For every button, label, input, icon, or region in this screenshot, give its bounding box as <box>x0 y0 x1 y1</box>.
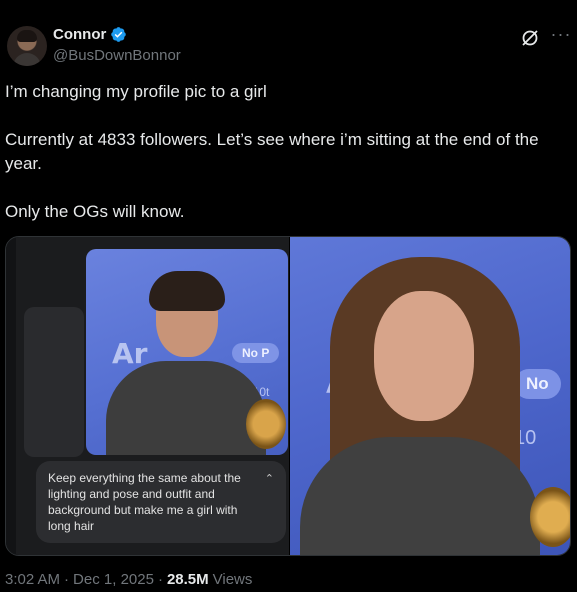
tweet-date[interactable]: Dec 1, 2025 <box>73 571 154 588</box>
person-face <box>374 291 474 421</box>
media-right-image[interactable]: A No 10 <box>290 237 570 555</box>
chevron-up-icon: ⌃ <box>264 473 274 485</box>
meta-separator: · <box>157 571 163 588</box>
prompt-text: Keep everything the same about the light… <box>48 471 241 533</box>
backdrop-pill-text: No <box>514 369 561 399</box>
more-icon[interactable]: ··· <box>550 25 572 48</box>
views-count[interactable]: 28.5M <box>167 571 209 588</box>
original-photo: Ar No P ng 10t <box>86 249 288 455</box>
phone-edge <box>6 237 16 555</box>
views-label: Views <box>212 571 253 588</box>
prompt-bubble: Keep everything the same about the light… <box>36 461 286 543</box>
tweet-text: I’m changing my profile pic to a girl Cu… <box>5 82 539 221</box>
author-display-name[interactable]: Connor <box>53 26 106 43</box>
phone-side-panel <box>24 307 84 457</box>
person-body <box>300 437 540 555</box>
tweet-meta: 3:02 AM · Dec 1, 2025 · 28.5M Views <box>5 571 252 588</box>
meta-separator: · <box>64 571 70 588</box>
author-handle[interactable]: @BusDownBonnor <box>53 47 181 64</box>
media-left-image[interactable]: Ar No P ng 10t Keep everything the same … <box>6 237 289 555</box>
grok-icon[interactable] <box>520 28 540 48</box>
author-name-row: Connor <box>53 26 127 43</box>
tweet-time[interactable]: 3:02 AM <box>5 571 60 588</box>
trophy <box>246 399 286 449</box>
verified-badge-icon <box>111 27 127 42</box>
tweet-header: Connor @BusDownBonnor ··· <box>5 24 572 70</box>
tweet-media[interactable]: Ar No P ng 10t Keep everything the same … <box>5 236 571 556</box>
edited-photo: A No 10 <box>290 237 570 555</box>
trophy <box>530 487 570 547</box>
backdrop-pill-text: No P <box>232 343 280 363</box>
person-body <box>106 361 266 455</box>
avatar[interactable] <box>7 26 47 66</box>
person-hair <box>149 271 225 311</box>
